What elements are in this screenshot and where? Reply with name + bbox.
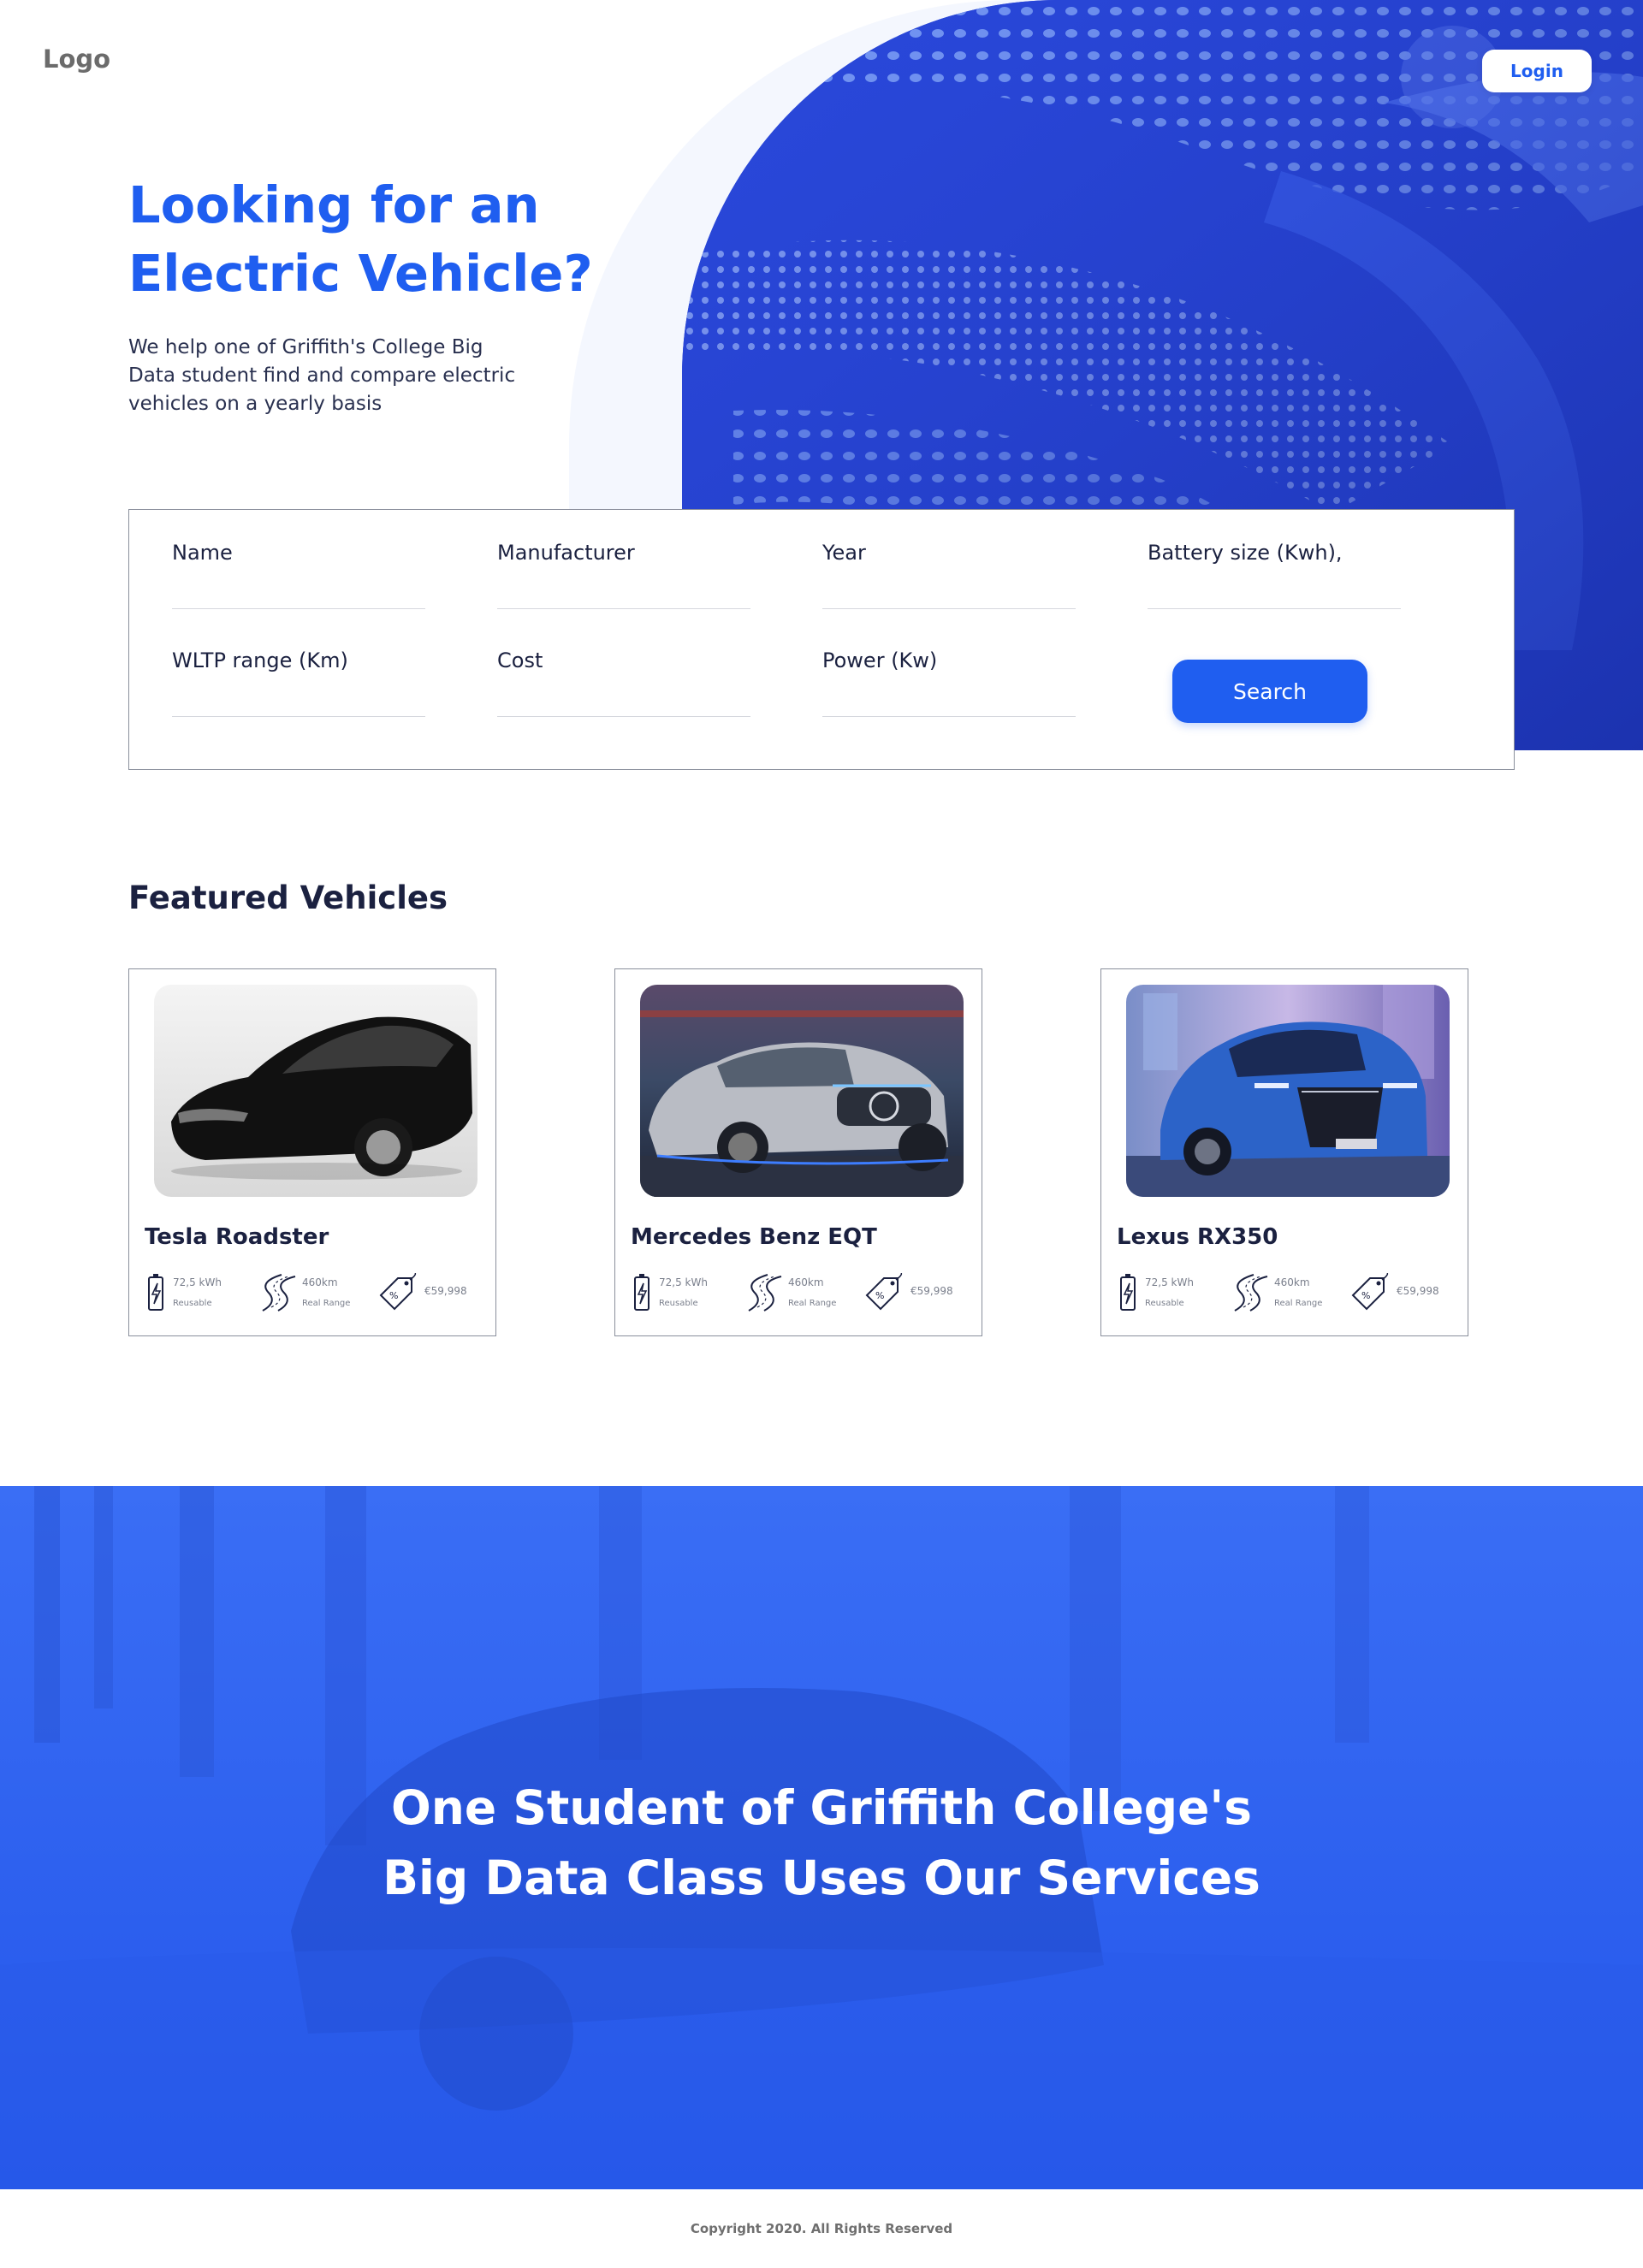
battery-value: 72,5 kWh: [659, 1276, 708, 1288]
price-value: €59,998: [910, 1285, 953, 1297]
footer-copyright: Copyright 2020. All Rights Reserved: [690, 2221, 953, 2236]
price-value: €59,998: [424, 1285, 467, 1297]
price-tag-icon: %: [379, 1273, 417, 1311]
battery-size-input[interactable]: [1148, 578, 1401, 609]
vehicle-card[interactable]: Lexus RX350 72,5 kWh Reusable 460km Real…: [1100, 968, 1468, 1336]
power-input[interactable]: [822, 686, 1076, 717]
wltp-range-input[interactable]: [172, 686, 425, 717]
vehicle-image-tesla: [154, 985, 477, 1197]
logo[interactable]: Logo: [43, 44, 110, 74]
vehicle-name: Tesla Roadster: [145, 1224, 329, 1250]
vehicle-search-form: Name Manufacturer Year Battery size (Kwh…: [128, 509, 1515, 770]
battery-size-field: Battery size (Kwh),: [1148, 541, 1401, 609]
vehicle-image-mercedes: [640, 985, 964, 1197]
cost-input[interactable]: [497, 686, 750, 717]
power-label: Power (Kw): [822, 648, 938, 672]
year-input[interactable]: [822, 578, 1076, 609]
vehicle-card[interactable]: Mercedes Benz EQT 72,5 kWh Reusable 460k…: [614, 968, 982, 1336]
price-tag-icon: %: [1351, 1273, 1389, 1311]
svg-text:%: %: [1361, 1290, 1370, 1301]
battery-value: 72,5 kWh: [173, 1276, 222, 1288]
search-button[interactable]: Search: [1172, 660, 1367, 723]
vehicle-image-lexus: [1126, 985, 1450, 1197]
svg-text:%: %: [389, 1290, 398, 1301]
battery-label: Reusable: [1145, 1299, 1184, 1308]
name-label: Name: [172, 541, 233, 565]
price-tag-icon: %: [865, 1273, 903, 1311]
battery-label: Reusable: [659, 1299, 698, 1308]
battery-size-label: Battery size (Kwh),: [1148, 541, 1343, 565]
range-label: Real Range: [1274, 1299, 1323, 1308]
hero-subtitle: We help one of Griffith's College Big Da…: [128, 336, 516, 415]
vehicle-name: Lexus RX350: [1117, 1224, 1278, 1250]
battery-icon: [634, 1274, 649, 1311]
year-label: Year: [822, 541, 866, 565]
battery-value: 72,5 kWh: [1145, 1276, 1194, 1288]
testimonial-banner: One Student of Griffith College's Big Da…: [0, 1486, 1643, 2189]
manufacturer-field: Manufacturer: [497, 541, 750, 609]
range-value: 460km: [788, 1276, 824, 1288]
range-value: 460km: [1274, 1276, 1310, 1288]
road-icon: [1234, 1274, 1268, 1312]
vehicle-name: Mercedes Benz EQT: [631, 1224, 877, 1250]
year-field: Year: [822, 541, 1076, 609]
cost-label: Cost: [497, 648, 543, 672]
manufacturer-label: Manufacturer: [497, 541, 635, 565]
vehicle-card[interactable]: Tesla Roadster 72,5 kWh Reusable 460km R…: [128, 968, 496, 1336]
login-button[interactable]: Login: [1482, 50, 1592, 92]
range-label: Real Range: [302, 1299, 351, 1308]
battery-label: Reusable: [173, 1299, 212, 1308]
manufacturer-input[interactable]: [497, 578, 750, 609]
wltp-range-label: WLTP range (Km): [172, 648, 348, 672]
hero-title: Looking for an Electric Vehicle?: [128, 175, 593, 303]
name-input[interactable]: [172, 578, 425, 609]
battery-icon: [1120, 1274, 1136, 1311]
price-value: €59,998: [1397, 1285, 1439, 1297]
name-field: Name: [172, 541, 425, 609]
wltp-range-field: WLTP range (Km): [172, 648, 425, 717]
cost-field: Cost: [497, 648, 750, 717]
range-label: Real Range: [788, 1299, 837, 1308]
banner-title: One Student of Griffith College's Big Da…: [383, 1780, 1260, 1905]
range-value: 460km: [302, 1276, 338, 1288]
featured-vehicles-heading: Featured Vehicles: [128, 879, 448, 916]
road-icon: [262, 1274, 296, 1312]
svg-text:%: %: [875, 1290, 884, 1301]
road-icon: [748, 1274, 782, 1312]
power-field: Power (Kw): [822, 648, 1076, 717]
battery-icon: [148, 1274, 163, 1311]
